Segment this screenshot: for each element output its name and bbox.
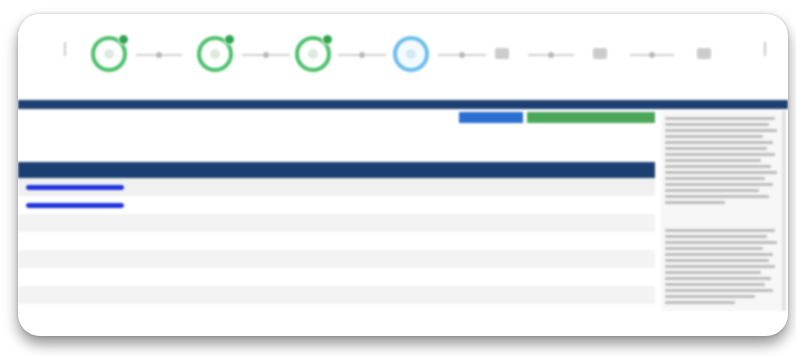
text-line (665, 277, 771, 280)
step-3[interactable] (262, 26, 362, 92)
text-line (665, 189, 759, 192)
text-line (665, 123, 769, 126)
section-header-bar (18, 100, 788, 109)
empty-row (18, 286, 655, 304)
step-pending-icon (583, 36, 611, 64)
text-line (665, 135, 763, 138)
text-line (665, 129, 777, 132)
step-pending-icon (485, 36, 513, 64)
text-line (665, 301, 735, 304)
text-line (665, 195, 769, 198)
step-current-icon (393, 36, 429, 72)
table-row (18, 178, 655, 196)
sidebar-scrollbar[interactable] (782, 111, 786, 311)
table-row (18, 196, 655, 214)
text-line (665, 177, 765, 180)
check-badge-icon (118, 34, 129, 45)
results-table (18, 162, 655, 304)
empty-row (18, 232, 655, 250)
text-line (665, 271, 761, 274)
text-line (665, 229, 775, 232)
table-header (18, 162, 655, 178)
step-complete-icon (197, 34, 235, 72)
check-badge-icon (322, 34, 333, 45)
step-complete-icon (295, 34, 333, 72)
text-line (665, 171, 777, 174)
step-5[interactable] (452, 26, 552, 92)
step-complete-icon (91, 34, 129, 72)
text-line (665, 247, 763, 250)
step-2[interactable] (164, 26, 264, 92)
text-line (665, 147, 767, 150)
text-line (665, 283, 765, 286)
empty-row (18, 268, 655, 286)
step-6[interactable] (550, 26, 650, 92)
row-name-link[interactable] (26, 185, 124, 190)
text-line (665, 153, 775, 156)
step-1[interactable] (58, 26, 158, 92)
row-name-link[interactable] (26, 203, 124, 208)
text-line (665, 141, 773, 144)
step-pending-icon (687, 36, 715, 64)
help-sidebar (661, 111, 783, 311)
text-line (665, 265, 775, 268)
secondary-action-button[interactable] (527, 112, 655, 123)
wizard-steps (18, 14, 788, 94)
text-line (665, 117, 775, 120)
step-4[interactable] (360, 26, 460, 92)
text-line (665, 295, 755, 298)
text-line (665, 183, 773, 186)
text-line (665, 241, 777, 244)
steps-end-divider (764, 42, 766, 56)
check-badge-icon (224, 34, 235, 45)
text-line (665, 159, 761, 162)
primary-action-button[interactable] (459, 112, 523, 123)
text-line (665, 289, 773, 292)
text-line (665, 259, 769, 262)
empty-row (18, 250, 655, 268)
text-line (665, 253, 773, 256)
step-7[interactable] (654, 26, 754, 92)
text-line (665, 201, 725, 204)
main-window (18, 14, 788, 336)
text-line (665, 165, 771, 168)
empty-row (18, 214, 655, 232)
text-line (665, 235, 767, 238)
